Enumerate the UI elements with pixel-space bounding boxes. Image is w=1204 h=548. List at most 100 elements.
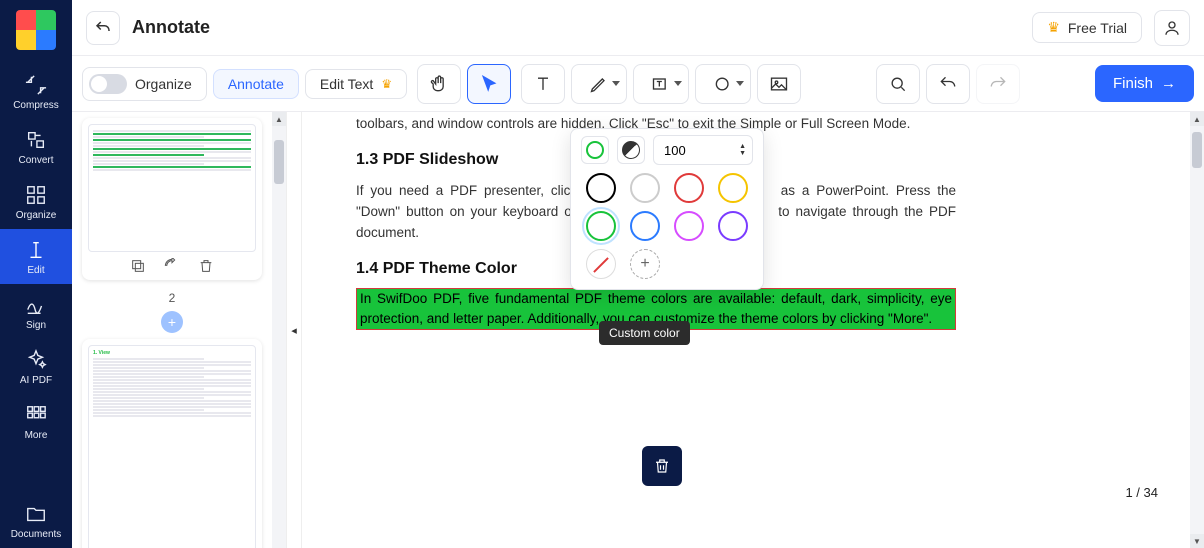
- search-icon: [888, 74, 908, 94]
- hand-tool[interactable]: [417, 64, 461, 104]
- rail-aipdf[interactable]: AI PDF: [0, 339, 72, 394]
- scroll-up-icon[interactable]: ▲: [1190, 112, 1204, 126]
- sign-icon: [25, 294, 47, 316]
- delete-annotation-button[interactable]: [642, 446, 682, 486]
- rail-edit[interactable]: Edit: [0, 229, 72, 284]
- annotate-label: Annotate: [228, 76, 284, 92]
- text-tool[interactable]: [521, 64, 565, 104]
- swatch-black[interactable]: [586, 173, 616, 203]
- rail-compress[interactable]: Compress: [0, 64, 72, 119]
- swatch-red[interactable]: [674, 173, 704, 203]
- document-viewport[interactable]: toolbars, and window controls are hidden…: [302, 112, 1204, 548]
- add-page-button[interactable]: +: [161, 311, 183, 333]
- chevron-left-icon: ◂: [291, 324, 297, 337]
- image-icon: [769, 74, 789, 94]
- annotate-mode[interactable]: Annotate: [213, 69, 299, 99]
- fill-icon: [622, 141, 640, 159]
- shape-tool[interactable]: [695, 64, 751, 104]
- pen-tool[interactable]: [571, 64, 627, 104]
- thumbnail-page-2[interactable]: [82, 118, 262, 280]
- text-icon: [533, 74, 553, 94]
- swatch-grey[interactable]: [630, 173, 660, 203]
- crown-icon: ♛: [1047, 19, 1060, 36]
- swatch-add-custom[interactable]: +: [630, 249, 660, 279]
- circle-icon: [713, 74, 733, 94]
- trash-icon: [653, 457, 671, 475]
- textbox-icon: [651, 74, 671, 94]
- rail-sign[interactable]: Sign: [0, 284, 72, 339]
- select-tool[interactable]: [467, 64, 511, 104]
- organize-toggle[interactable]: Organize: [82, 67, 207, 101]
- rail-label: Sign: [26, 320, 46, 331]
- rail-organize[interactable]: Organize: [0, 174, 72, 229]
- scrollbar-thumb[interactable]: [274, 140, 284, 184]
- rail-convert[interactable]: Convert: [0, 119, 72, 174]
- swatch-none[interactable]: [586, 249, 616, 279]
- chevron-down-icon: ▼: [739, 150, 746, 157]
- finish-label: Finish: [1113, 75, 1153, 92]
- thumbnail-page-3[interactable]: 1. View: [82, 339, 262, 548]
- undo-button[interactable]: [926, 64, 970, 104]
- page-indicator: 1 / 34: [1125, 485, 1158, 500]
- opacity-value: 100: [664, 143, 686, 158]
- rail-more[interactable]: More: [0, 394, 72, 449]
- search-button[interactable]: [876, 64, 920, 104]
- rail-label: Edit: [27, 265, 44, 276]
- rotate-icon[interactable]: [164, 258, 180, 274]
- thumbnail-scrollbar[interactable]: ▲: [272, 112, 286, 548]
- opacity-input[interactable]: 100 ▲▼: [653, 135, 753, 165]
- green-ring-icon: [586, 141, 604, 159]
- tooltip-custom-color: Custom color: [599, 321, 690, 345]
- scroll-up-icon[interactable]: ▲: [272, 112, 286, 126]
- color-popover: 100 ▲▼ +: [570, 128, 764, 290]
- documents-icon: [25, 503, 47, 525]
- rail-label: AI PDF: [20, 375, 52, 386]
- arrow-right-icon: →: [1161, 75, 1176, 92]
- thumbnail-preview: [88, 124, 256, 252]
- edit-text-mode[interactable]: Edit Text ♛: [305, 69, 407, 99]
- scroll-down-icon[interactable]: ▼: [1190, 534, 1204, 548]
- chevron-down-icon: [674, 81, 682, 86]
- redo-button[interactable]: [976, 64, 1020, 104]
- ai-icon: [25, 349, 47, 371]
- crown-icon: ♛: [381, 77, 392, 91]
- image-tool[interactable]: [757, 64, 801, 104]
- scrollbar-thumb[interactable]: [1192, 132, 1202, 168]
- swatch-blue[interactable]: [630, 211, 660, 241]
- compress-icon: [25, 74, 47, 96]
- rail-label: Organize: [16, 210, 57, 221]
- free-trial-button[interactable]: ♛ Free Trial: [1032, 12, 1142, 43]
- fill-color-chip[interactable]: [617, 136, 645, 164]
- collapse-thumbnails[interactable]: ◂: [286, 112, 302, 548]
- opacity-stepper[interactable]: ▲▼: [739, 143, 746, 157]
- rail-label: Compress: [13, 100, 59, 111]
- cursor-icon: [479, 74, 499, 94]
- free-trial-label: Free Trial: [1068, 20, 1127, 36]
- textbox-tool[interactable]: [633, 64, 689, 104]
- swatch-green[interactable]: [586, 211, 616, 241]
- swatch-yellow[interactable]: [718, 173, 748, 203]
- account-button[interactable]: [1154, 10, 1190, 46]
- back-button[interactable]: [86, 11, 120, 45]
- left-rail: Compress Convert Organize Edit Sign AI P…: [0, 0, 72, 548]
- copy-icon[interactable]: [130, 258, 146, 274]
- user-icon: [1163, 19, 1181, 37]
- swatch-purple[interactable]: [718, 211, 748, 241]
- swatch-magenta[interactable]: [674, 211, 704, 241]
- edit-icon: [25, 239, 47, 261]
- trash-icon[interactable]: [198, 258, 214, 274]
- thumbnail-preview: 1. View: [88, 345, 256, 548]
- page-title: Annotate: [132, 17, 210, 38]
- color-swatches: +: [581, 173, 753, 279]
- app-logo: [16, 10, 56, 50]
- thumbnail-panel: 2 + 1. View: [72, 112, 272, 548]
- finish-button[interactable]: Finish →: [1095, 65, 1194, 102]
- stroke-color-chip[interactable]: [581, 136, 609, 164]
- chevron-down-icon: [736, 81, 744, 86]
- chevron-up-icon: ▲: [739, 143, 746, 150]
- more-icon: [25, 404, 47, 426]
- toolbar: Organize Annotate Edit Text ♛: [72, 56, 1204, 112]
- document-scrollbar[interactable]: ▲ ▼: [1190, 112, 1204, 548]
- rail-documents[interactable]: Documents: [0, 493, 72, 548]
- hand-icon: [429, 74, 449, 94]
